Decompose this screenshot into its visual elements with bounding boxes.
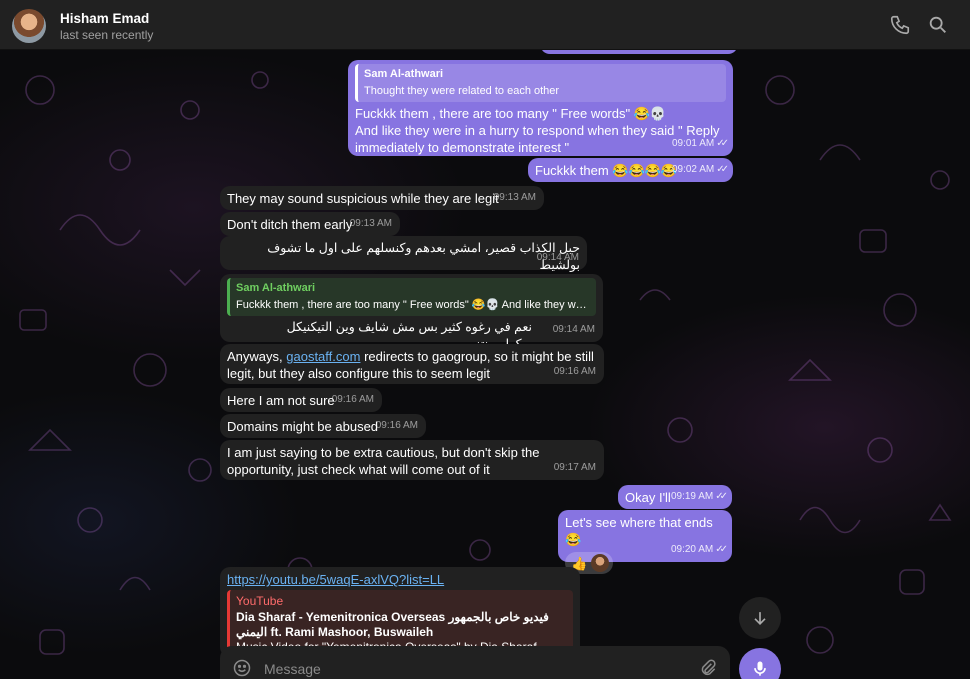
message-bubble-incoming[interactable]: https://youtu.be/5waqE-axlVQ?list=LL You… xyxy=(220,567,580,657)
message-time: 09:01 AM ✓✓ xyxy=(671,138,729,149)
chat-area[interactable]: Sam Al-athwari Thought they were related… xyxy=(0,50,970,679)
phone-icon[interactable] xyxy=(889,14,911,36)
message-bubble-outgoing[interactable]: Sam Al-athwari Thought they were related… xyxy=(348,60,733,156)
message-bubble-incoming[interactable]: Don't ditch them early 09:13 AM xyxy=(220,212,400,236)
message-time: 09:13 AM xyxy=(349,218,392,229)
message-bubble-incoming[interactable]: They may sound suspicious while they are… xyxy=(220,186,544,210)
message-text: Okay I'll xyxy=(625,490,671,505)
message-text: Anyways, gaostaff.com redirects to gaogr… xyxy=(227,349,594,381)
read-check-icon: ✓✓ xyxy=(716,164,729,175)
message-text: Fuckkk them 😂😂😂😂 xyxy=(535,163,678,178)
preview-source: YouTube xyxy=(236,594,284,608)
message-time: 09:17 AM xyxy=(553,462,596,473)
message-bubble-outgoing[interactable]: Okay I'll 09:19 AM ✓✓ xyxy=(618,485,732,509)
read-check-icon: ✓✓ xyxy=(716,138,729,149)
message-time: 09:02 AM ✓✓ xyxy=(671,164,729,175)
contact-status: last seen recently xyxy=(60,28,154,42)
quote-text: Fuckkk them , there are too many " Free … xyxy=(236,299,590,311)
message-text: حبل الكذاب قصير، امشي بعدهم وكنسلهم على … xyxy=(267,241,580,272)
message-input[interactable]: Message xyxy=(264,661,321,677)
message-text: Don't ditch them early xyxy=(227,217,353,232)
message-text: They may sound suspicious while they are… xyxy=(227,191,499,206)
message-time: 09:14 AM xyxy=(552,324,595,335)
message-time: 09:16 AM xyxy=(375,420,418,431)
message-time: 09:16 AM xyxy=(331,394,374,405)
message-text: Here I am not sure xyxy=(227,393,335,408)
avatar[interactable] xyxy=(12,9,46,43)
message-link[interactable]: https://youtu.be/5waqE-axlVQ?list=LL xyxy=(227,571,573,588)
reply-quote[interactable]: Sam Al-athwari Thought they were related… xyxy=(355,64,726,102)
quote-author: Sam Al-athwari xyxy=(236,282,316,294)
contact-name[interactable]: Hisham Emad xyxy=(60,11,149,26)
reaction-avatar xyxy=(591,554,610,572)
message-bubble-incoming[interactable]: حبل الكذاب قصير، امشي بعدهم وكنسلهم على … xyxy=(220,236,587,272)
message-composer[interactable]: Message xyxy=(220,646,730,679)
message-bubble-partial[interactable] xyxy=(540,50,738,54)
message-bubble-incoming[interactable]: Sam Al-athwari Fuckkk them , there are t… xyxy=(220,274,603,351)
message-time: 09:14 AM xyxy=(536,252,579,263)
message-time: 09:13 AM xyxy=(493,192,536,203)
mic-icon xyxy=(754,661,766,676)
message-time: 09:20 AM ✓✓ xyxy=(670,544,728,555)
scroll-down-button[interactable] xyxy=(739,597,781,639)
quote-text: Thought they were related to each other xyxy=(364,85,560,97)
message-bubble-outgoing[interactable]: Fuckkk them 😂😂😂😂 09:02 AM ✓✓ xyxy=(528,158,733,182)
read-check-icon: ✓✓ xyxy=(715,544,728,555)
message-text: Domains might be abused xyxy=(227,419,379,434)
message-text: Fuckkk them , there are too many " Free … xyxy=(355,106,667,121)
message-bubble-outgoing[interactable]: Let's see where that ends 😂 👍 09:20 AM ✓✓ xyxy=(558,510,732,574)
reply-quote[interactable]: Sam Al-athwari Fuckkk them , there are t… xyxy=(227,278,596,316)
message-text: And like they were in a hurry to respond… xyxy=(355,123,720,155)
attach-icon[interactable] xyxy=(698,658,718,678)
emoji-icon[interactable] xyxy=(232,658,252,678)
read-check-icon: ✓✓ xyxy=(715,491,728,502)
message-bubble-incoming[interactable]: Here I am not sure 09:16 AM xyxy=(220,388,382,412)
message-bubble-incoming[interactable]: Anyways, gaostaff.com redirects to gaogr… xyxy=(220,344,604,384)
preview-title: Dia Sharaf - Yemenitronica Overseas فيدي… xyxy=(236,610,549,639)
message-text: I am just saying to be extra cautious, b… xyxy=(227,445,540,477)
message-link[interactable]: gaostaff.com xyxy=(286,349,360,364)
search-icon[interactable] xyxy=(927,14,949,36)
arrow-down-icon xyxy=(754,612,766,626)
message-time: 09:19 AM ✓✓ xyxy=(670,491,728,502)
message-bubble-incoming[interactable]: I am just saying to be extra cautious, b… xyxy=(220,440,604,480)
quote-author: Sam Al-athwari xyxy=(364,68,444,80)
message-bubble-incoming[interactable]: Domains might be abused 09:16 AM xyxy=(220,414,426,438)
message-time: 09:16 AM xyxy=(553,366,596,377)
chat-header: Hisham Emad last seen recently xyxy=(0,0,970,50)
